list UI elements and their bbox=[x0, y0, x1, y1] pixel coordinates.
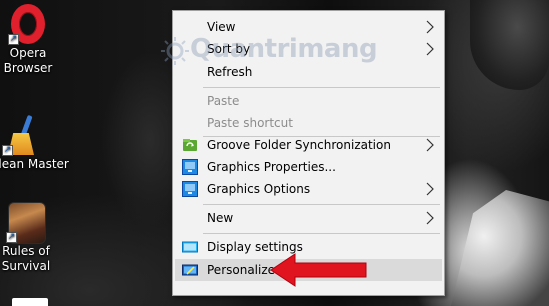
file-icon bbox=[12, 298, 48, 306]
menu-item-new[interactable]: New bbox=[175, 207, 442, 229]
menu-item-graphics-options[interactable]: Graphics Options bbox=[175, 178, 442, 200]
chevron-right-icon bbox=[424, 20, 436, 34]
intel-graphics-icon bbox=[182, 181, 198, 197]
chevron-right-icon bbox=[424, 138, 436, 152]
game-icon: ↗ bbox=[6, 202, 46, 244]
menu-item-view[interactable]: View bbox=[175, 16, 442, 38]
broom-icon: ↗ bbox=[2, 114, 40, 156]
menu-item-label: View bbox=[207, 20, 236, 34]
desktop-icon-label: Opera bbox=[9, 46, 47, 60]
menu-separator bbox=[203, 204, 440, 205]
shortcut-arrow-icon: ↗ bbox=[6, 232, 17, 243]
desktop-icon-label: Clean Master bbox=[0, 157, 69, 171]
desktop-icon-partial[interactable] bbox=[10, 298, 50, 306]
menu-item-label: Groove Folder Synchronization bbox=[207, 138, 391, 152]
menu-item-groove-folder-sync[interactable]: Groove Folder Synchronization bbox=[175, 134, 442, 156]
menu-item-paste[interactable]: Paste bbox=[175, 90, 442, 112]
chevron-right-icon bbox=[424, 211, 436, 225]
shortcut-arrow-icon: ↗ bbox=[8, 34, 19, 45]
shortcut-arrow-icon: ↗ bbox=[2, 145, 13, 156]
opera-icon: ↗ bbox=[8, 4, 46, 45]
desktop-icon-clean-master[interactable]: ↗ Clean Master bbox=[0, 114, 70, 172]
desktop-icon-label: Survival bbox=[1, 259, 51, 273]
menu-item-graphics-properties[interactable]: Graphics Properties... bbox=[175, 156, 442, 178]
menu-item-label: Refresh bbox=[207, 65, 253, 79]
menu-item-label: Personalize bbox=[207, 263, 276, 277]
red-arrow-icon bbox=[270, 253, 367, 287]
desktop-icon-label: Browser bbox=[3, 61, 53, 75]
intel-graphics-icon bbox=[182, 159, 198, 175]
monitor-icon bbox=[182, 239, 198, 255]
menu-item-refresh[interactable]: Refresh bbox=[175, 61, 442, 83]
menu-item-label: Paste shortcut bbox=[207, 116, 293, 130]
menu-separator bbox=[203, 87, 440, 88]
menu-item-label: New bbox=[207, 211, 234, 225]
menu-item-label: Sort by bbox=[207, 42, 251, 56]
menu-item-paste-shortcut[interactable]: Paste shortcut bbox=[175, 112, 442, 134]
menu-item-label: Graphics Options bbox=[207, 182, 311, 196]
chevron-right-icon bbox=[424, 182, 436, 196]
menu-separator bbox=[203, 233, 440, 234]
desktop-icon-opera[interactable]: ↗ Opera Browser bbox=[0, 4, 60, 76]
desktop-icon-label: Rules of bbox=[2, 244, 50, 258]
menu-item-sort-by[interactable]: Sort by bbox=[175, 38, 442, 60]
personalize-icon bbox=[182, 262, 198, 278]
menu-item-label: Paste bbox=[207, 94, 240, 108]
desktop-icon-rules-of-survival[interactable]: ↗ Rules of Survival bbox=[0, 202, 58, 274]
groove-sync-icon bbox=[182, 137, 198, 153]
menu-item-label: Graphics Properties... bbox=[207, 160, 336, 174]
chevron-right-icon bbox=[424, 42, 436, 56]
